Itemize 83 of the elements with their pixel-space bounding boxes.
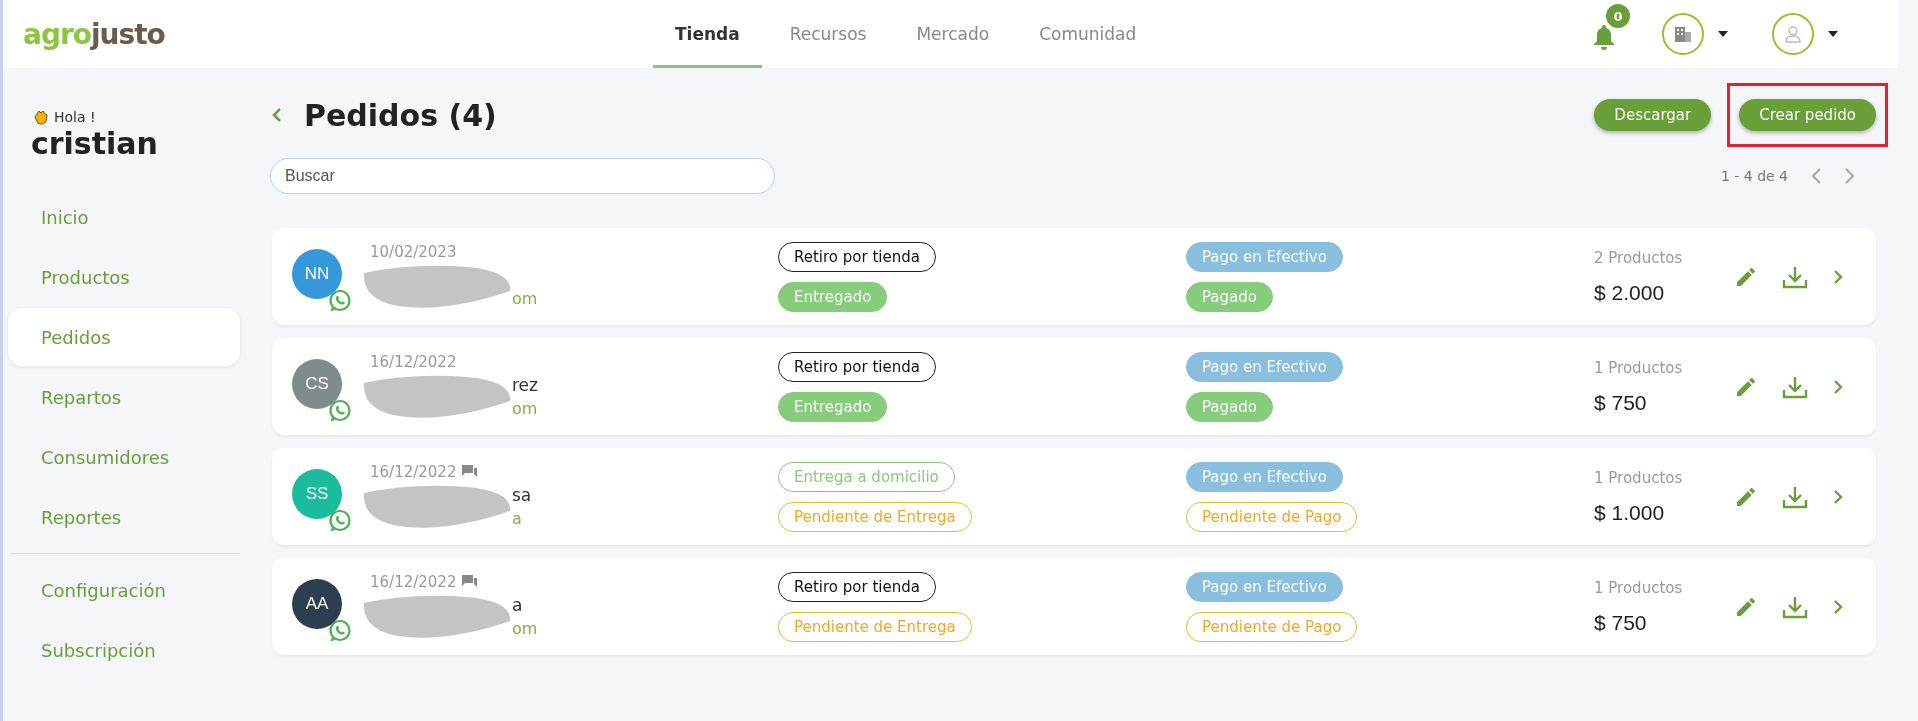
payment-status-tag: Pagado (1186, 281, 1273, 312)
sidebar-item[interactable]: Configuración (8, 561, 240, 619)
payment-status-tag: Pagado (1186, 391, 1273, 422)
customer-email: om (512, 619, 538, 638)
whatsapp-icon[interactable] (328, 618, 352, 643)
customer-email: om (512, 399, 538, 418)
nav-tab[interactable]: Mercado (894, 0, 1012, 68)
sidebar-item[interactable]: Pedidos (8, 308, 240, 366)
comment-icon[interactable] (462, 464, 479, 479)
search-field[interactable]: Buscar (270, 158, 775, 194)
nav-tab[interactable]: Tienda (653, 0, 762, 68)
payment-method-tag: Pago en Efectivo (1186, 351, 1343, 382)
sidebar-item[interactable]: Consumidores (8, 428, 240, 486)
store-avatar[interactable] (1662, 13, 1704, 55)
order-card[interactable]: CS 16/12/2022 rez om Retiro por tienda Entregado Pago en Efectivo Pagado 1 Productos $ 750 (272, 338, 1876, 435)
order-total: $ 2.000 (1594, 280, 1666, 305)
order-total: $ 750 (1594, 610, 1648, 635)
payment-method-tag: Pago en Efectivo (1186, 461, 1343, 492)
chevron-right-icon[interactable] (1832, 268, 1844, 285)
order-card[interactable]: AA 16/12/2022 a om Retiro por tienda Pendiente de Entrega Pago en Efectivo Pendiente de Pago 1 Productos $ 750 (272, 558, 1876, 655)
user-avatar[interactable] (1772, 13, 1814, 55)
action-button[interactable]: Descargar (1594, 99, 1712, 131)
action-button[interactable]: Crear pedido (1739, 99, 1876, 131)
chevron-right-icon[interactable] (1832, 488, 1844, 505)
order-date: 16/12/2022 (370, 462, 457, 481)
chevron-right-icon[interactable] (1832, 378, 1844, 395)
comment-icon[interactable] (462, 574, 479, 589)
delivery-status-tag: Entregado (778, 391, 888, 422)
delivery-method-tag: Retiro por tienda (778, 241, 936, 272)
payment-status-tag: Pendiente de Pago (1186, 501, 1358, 532)
delivery-method-tag: Retiro por tienda (778, 571, 936, 602)
download-icon[interactable] (1782, 484, 1808, 509)
sidebar-item[interactable]: Inicio (8, 188, 240, 246)
previous-page-icon[interactable] (1810, 167, 1822, 185)
customer-avatar: AA (292, 578, 342, 629)
chevron-right-icon[interactable] (1832, 598, 1844, 615)
bell-icon[interactable] (1592, 24, 1616, 50)
back-icon[interactable] (272, 107, 282, 123)
customer-name: a (512, 594, 523, 615)
notification-count: 0 (1606, 4, 1630, 28)
customer-avatar: CS (292, 358, 342, 409)
page-title: Pedidos (4) (304, 97, 497, 133)
download-icon[interactable] (1782, 594, 1808, 619)
product-count: 1 Productos (1594, 358, 1684, 377)
next-page-icon[interactable] (1844, 167, 1856, 185)
customer-email: a (512, 509, 522, 528)
order-card[interactable]: SS 16/12/2022 sa a Entrega a domicilio Pendiente de Entrega Pago en Efectivo Pendiente de Pago 1 Productos $ 1.000 (272, 448, 1876, 545)
sidebar-item[interactable]: Repartos (8, 368, 240, 426)
payment-status-tag: Pendiente de Pago (1186, 611, 1358, 642)
payment-method-tag: Pago en Efectivo (1186, 571, 1343, 602)
caret-icon[interactable] (1828, 31, 1838, 37)
customer-avatar: SS (292, 468, 342, 519)
order-total: $ 750 (1594, 390, 1648, 415)
download-icon[interactable] (1782, 264, 1808, 289)
nav-tab[interactable]: Comunidad (1017, 0, 1159, 68)
customer-name: sa (512, 484, 532, 505)
user-name: cristian (30, 126, 159, 161)
order-card[interactable]: NN 10/02/2023 om Retiro por tienda Entregado Pago en Efectivo Pagado 2 Productos $ 2.000 (272, 228, 1876, 325)
delivery-status-tag: Pendiente de Entrega (778, 611, 972, 642)
payment-method-tag: Pago en Efectivo (1186, 241, 1343, 272)
product-count: 2 Productos (1594, 248, 1684, 267)
delivery-status-tag: Pendiente de Entrega (778, 501, 972, 532)
nav-tab[interactable]: Recursos (767, 0, 889, 68)
order-total: $ 1.000 (1594, 500, 1666, 525)
product-count: 1 Productos (1594, 578, 1684, 597)
sidebar-item[interactable]: Subscripción (8, 621, 240, 679)
order-date: 10/02/2023 (370, 242, 457, 261)
customer-name: rez (512, 374, 538, 395)
delivery-status-tag: Entregado (778, 281, 888, 312)
customer-email: om (512, 289, 538, 308)
greeting: Hola ! (54, 109, 96, 125)
delivery-method-tag: Entrega a domicilio (778, 461, 955, 492)
download-icon[interactable] (1782, 374, 1808, 399)
delivery-method-tag: Retiro por tienda (778, 351, 936, 382)
agrojusto-logo[interactable]: agrojusto (23, 17, 653, 51)
caret-icon[interactable] (1718, 31, 1728, 37)
order-date: 16/12/2022 (370, 572, 457, 591)
order-date: 16/12/2022 (370, 352, 457, 371)
customer-avatar: NN (292, 248, 342, 299)
sidebar-item[interactable]: Reportes (8, 488, 240, 546)
pagination-range: 1 - 4 de 4 (1720, 168, 1788, 184)
sidebar-item[interactable]: Productos (8, 248, 240, 306)
product-count: 1 Productos (1594, 468, 1684, 487)
